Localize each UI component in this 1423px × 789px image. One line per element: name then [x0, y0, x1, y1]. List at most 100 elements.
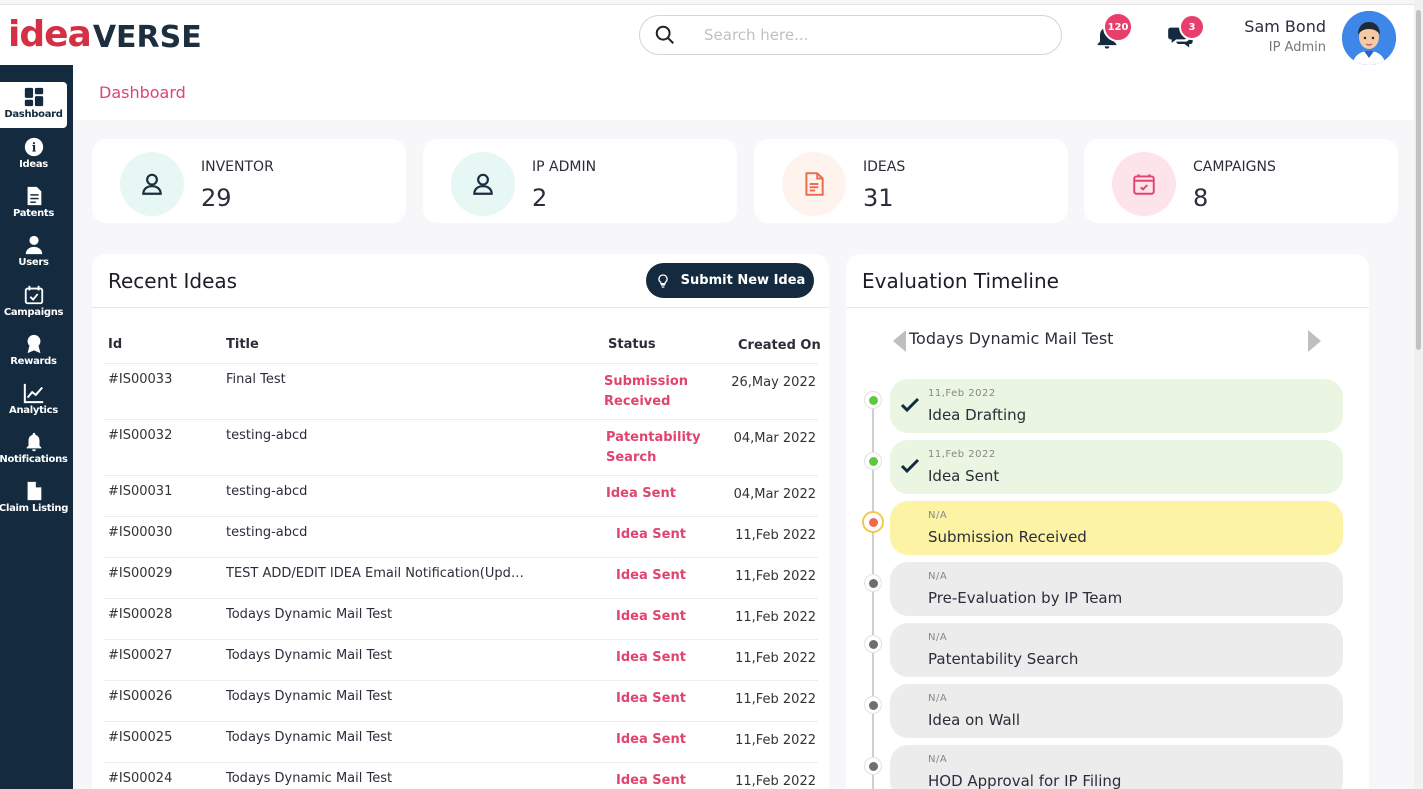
idea-title[interactable]: TEST ADD/EDIT IDEA Email Notification(Up…: [226, 566, 526, 581]
scrollbar-thumb[interactable]: [1416, 10, 1421, 350]
idea-id: #IS00025: [108, 730, 173, 745]
column-header-id[interactable]: Id: [108, 337, 122, 352]
recent-ideas-title: Recent Ideas: [108, 269, 238, 293]
timeline-step[interactable]: N/A Submission Received: [890, 501, 1343, 555]
column-header-status[interactable]: Status: [608, 337, 656, 352]
idea-title[interactable]: Todays Dynamic Mail Test: [226, 730, 526, 745]
breadcrumb-current[interactable]: Dashboard: [99, 83, 186, 102]
sidebar-item-campaigns[interactable]: Campaigns: [0, 280, 67, 326]
step-status-dot: [865, 575, 881, 591]
user-role: IP Admin: [1268, 40, 1326, 55]
stat-label: IDEAS: [863, 159, 906, 175]
user-name[interactable]: Sam Bond: [1244, 17, 1326, 36]
timeline-next-arrow-icon[interactable]: [1308, 330, 1321, 352]
table-row[interactable]: #IS00030 testing-abcd Idea Sent 11,Feb 2…: [104, 517, 818, 558]
sidebar-item-users[interactable]: Users: [0, 230, 67, 276]
table-row[interactable]: #IS00027 Todays Dynamic Mail Test Idea S…: [104, 640, 818, 681]
sidebar-item-patents[interactable]: Patents: [0, 181, 67, 227]
idea-title[interactable]: Todays Dynamic Mail Test: [226, 607, 526, 622]
table-row[interactable]: #IS00031 testing-abcd Idea Sent 04,Mar 2…: [104, 476, 818, 517]
divider: [846, 307, 1369, 308]
idea-id: #IS00033: [108, 372, 173, 387]
stat-card-campaigns[interactable]: CAMPAIGNS 8: [1084, 139, 1398, 223]
column-header-created-on[interactable]: Created On: [738, 338, 821, 353]
table-row[interactable]: #IS00032 testing-abcd Patentability Sear…: [104, 420, 818, 476]
ideaverse-logo[interactable]: idea VERSE: [8, 17, 202, 53]
avatar[interactable]: [1342, 11, 1396, 65]
notifications-count-badge: 120: [1103, 12, 1133, 42]
timeline-step[interactable]: 11,Feb 2022 Idea Drafting: [890, 379, 1343, 433]
timeline-step[interactable]: N/A Patentability Search: [890, 623, 1343, 677]
idea-created-on: 11,Feb 2022: [735, 774, 816, 789]
stat-card-inventor[interactable]: INVENTOR 29: [92, 139, 406, 223]
timeline-step[interactable]: N/A HOD Approval for IP Filing: [890, 745, 1343, 789]
stat-card-ip-admin[interactable]: IP ADMIN 2: [423, 139, 737, 223]
table-row[interactable]: #IS00026 Todays Dynamic Mail Test Idea S…: [104, 681, 818, 722]
sidebar-item-label: Campaigns: [3, 307, 64, 318]
idea-created-on: 11,Feb 2022: [735, 610, 816, 625]
sidebar-item-ideas[interactable]: i Ideas: [0, 132, 67, 178]
table-row[interactable]: #IS00029 TEST ADD/EDIT IDEA Email Notifi…: [104, 558, 818, 599]
sidebar-item-label: Analytics: [9, 405, 58, 416]
page-scrollbar[interactable]: [1414, 0, 1423, 789]
idea-title[interactable]: testing-abcd: [226, 525, 526, 540]
idea-title[interactable]: Todays Dynamic Mail Test: [226, 689, 526, 704]
logo-verse-text: VERSE: [92, 20, 202, 55]
idea-title[interactable]: testing-abcd: [226, 428, 526, 443]
idea-created-on: 11,Feb 2022: [735, 569, 816, 584]
step-date: N/A: [928, 571, 948, 582]
sidebar-item-rewards[interactable]: Rewards: [0, 329, 67, 375]
step-date: 11,Feb 2022: [928, 388, 996, 399]
stat-value: 31: [863, 184, 894, 212]
idea-id: #IS00026: [108, 689, 173, 704]
sidebar-item-analytics[interactable]: Analytics: [0, 378, 67, 424]
submit-new-idea-label: Submit New Idea: [680, 273, 806, 288]
stat-icon-wrap: [120, 152, 184, 216]
idea-status: Idea Sent: [616, 732, 686, 747]
stat-label: INVENTOR: [201, 159, 274, 175]
sidebar-item-label: Dashboard: [4, 109, 63, 120]
sidebar-item-label: Ideas: [19, 159, 48, 170]
search-bar: [639, 15, 1062, 55]
stat-label: IP ADMIN: [532, 159, 597, 175]
sidebar-item-notifications[interactable]: Notifications: [0, 427, 68, 473]
calendar-check-icon: [1133, 174, 1155, 195]
timeline-step[interactable]: N/A Pre-Evaluation by IP Team: [890, 562, 1343, 616]
recent-ideas-panel: Recent Ideas Submit New Idea Id Title St…: [92, 254, 829, 789]
table-row[interactable]: #IS00024 Todays Dynamic Mail Test Idea S…: [104, 763, 818, 789]
sidebar-item-label: Notifications: [0, 454, 68, 465]
timeline-prev-arrow-icon[interactable]: [893, 330, 906, 352]
idea-title[interactable]: Final Test: [226, 372, 526, 387]
step-status-dot: [865, 453, 881, 469]
column-header-title[interactable]: Title: [226, 337, 259, 352]
sidebar-item-claim-listing[interactable]: Claim Listing: [0, 476, 68, 522]
timeline-step[interactable]: N/A Idea on Wall: [890, 684, 1343, 738]
table-row[interactable]: #IS00025 Todays Dynamic Mail Test Idea S…: [104, 722, 818, 763]
file-icon: [27, 481, 41, 501]
step-name: HOD Approval for IP Filing: [928, 772, 1122, 789]
search-icon[interactable]: [654, 24, 676, 46]
sidebar-item-dashboard[interactable]: Dashboard: [0, 82, 67, 128]
idea-created-on: 26,May 2022: [731, 375, 816, 390]
idea-status: Idea Sent: [606, 486, 676, 501]
step-name: Idea Sent: [928, 467, 1000, 485]
table-row[interactable]: #IS00033 Final Test Submission Received …: [104, 364, 818, 420]
idea-status: Submission Received: [604, 374, 689, 409]
step-status-dot: [865, 392, 881, 408]
timeline-subject: Todays Dynamic Mail Test: [909, 329, 1114, 348]
idea-title[interactable]: Todays Dynamic Mail Test: [226, 648, 526, 663]
table-row[interactable]: #IS00028 Todays Dynamic Mail Test Idea S…: [104, 599, 818, 640]
step-date: N/A: [928, 510, 948, 521]
submit-new-idea-button[interactable]: Submit New Idea: [646, 263, 814, 298]
idea-created-on: 11,Feb 2022: [735, 733, 816, 748]
idea-title[interactable]: Todays Dynamic Mail Test: [226, 771, 526, 786]
breadcrumb: Dashboard: [73, 65, 1423, 120]
search-input[interactable]: [704, 26, 1024, 44]
timeline-step[interactable]: 11,Feb 2022 Idea Sent: [890, 440, 1343, 494]
idea-created-on: 04,Mar 2022: [733, 431, 816, 446]
stat-card-ideas[interactable]: IDEAS 31: [754, 139, 1068, 223]
idea-title[interactable]: testing-abcd: [226, 484, 526, 499]
idea-id: #IS00027: [108, 648, 173, 663]
stat-label: CAMPAIGNS: [1193, 159, 1276, 175]
sidebar-item-label: Users: [18, 257, 49, 268]
